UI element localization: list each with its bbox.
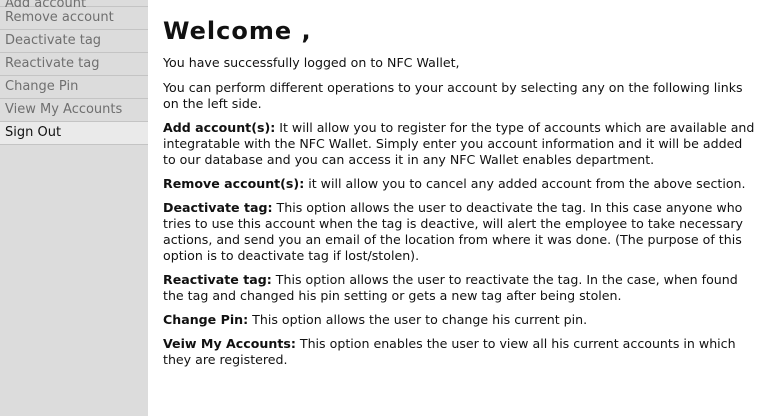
section-heading: Deactivate tag:: [163, 200, 273, 215]
section-text: This option allows the user to change hi…: [248, 312, 588, 327]
section-heading: Veiw My Accounts:: [163, 336, 296, 351]
section-heading: Change Pin:: [163, 312, 249, 327]
page-title: Welcome ,: [163, 17, 312, 45]
intro-text: You have successfully logged on to NFC W…: [163, 55, 460, 70]
section-view-my-accounts: Veiw My Accounts: This option enables th…: [163, 336, 757, 368]
sidebar-item-deactivate-tag[interactable]: Deactivate tag: [0, 30, 148, 53]
section-text: it will allow you to cancel any added ac…: [304, 176, 746, 191]
sidebar-item-sign-out[interactable]: Sign Out: [0, 122, 148, 145]
section-heading: Remove account(s):: [163, 176, 305, 191]
sidebar-item-add-account[interactable]: Add account: [0, 0, 148, 10]
sidebar-item-reactivate-tag[interactable]: Reactivate tag: [0, 53, 148, 76]
section-deactivate-tag: Deactivate tag: This option allows the u…: [163, 200, 757, 264]
section-change-pin: Change Pin: This option allows the user …: [163, 312, 757, 328]
main-content: Welcome , You have successfully logged o…: [163, 0, 757, 368]
section-heading: Reactivate tag:: [163, 272, 272, 287]
instructions-text: You can perform different operations to …: [163, 80, 743, 111]
section-remove-account: Remove account(s): it will allow you to …: [163, 176, 757, 192]
section-heading: Add account(s):: [163, 120, 276, 135]
sidebar-item-view-my-accounts[interactable]: View My Accounts: [0, 99, 148, 122]
section-add-account: Add account(s): It will allow you to reg…: [163, 120, 757, 168]
section-reactivate-tag: Reactivate tag: This option allows the u…: [163, 272, 757, 304]
sidebar-nav: Add account Remove account Deactivate ta…: [0, 0, 148, 416]
sidebar-item-change-pin[interactable]: Change Pin: [0, 76, 148, 99]
sidebar-item-remove-account[interactable]: Remove account: [0, 7, 148, 30]
